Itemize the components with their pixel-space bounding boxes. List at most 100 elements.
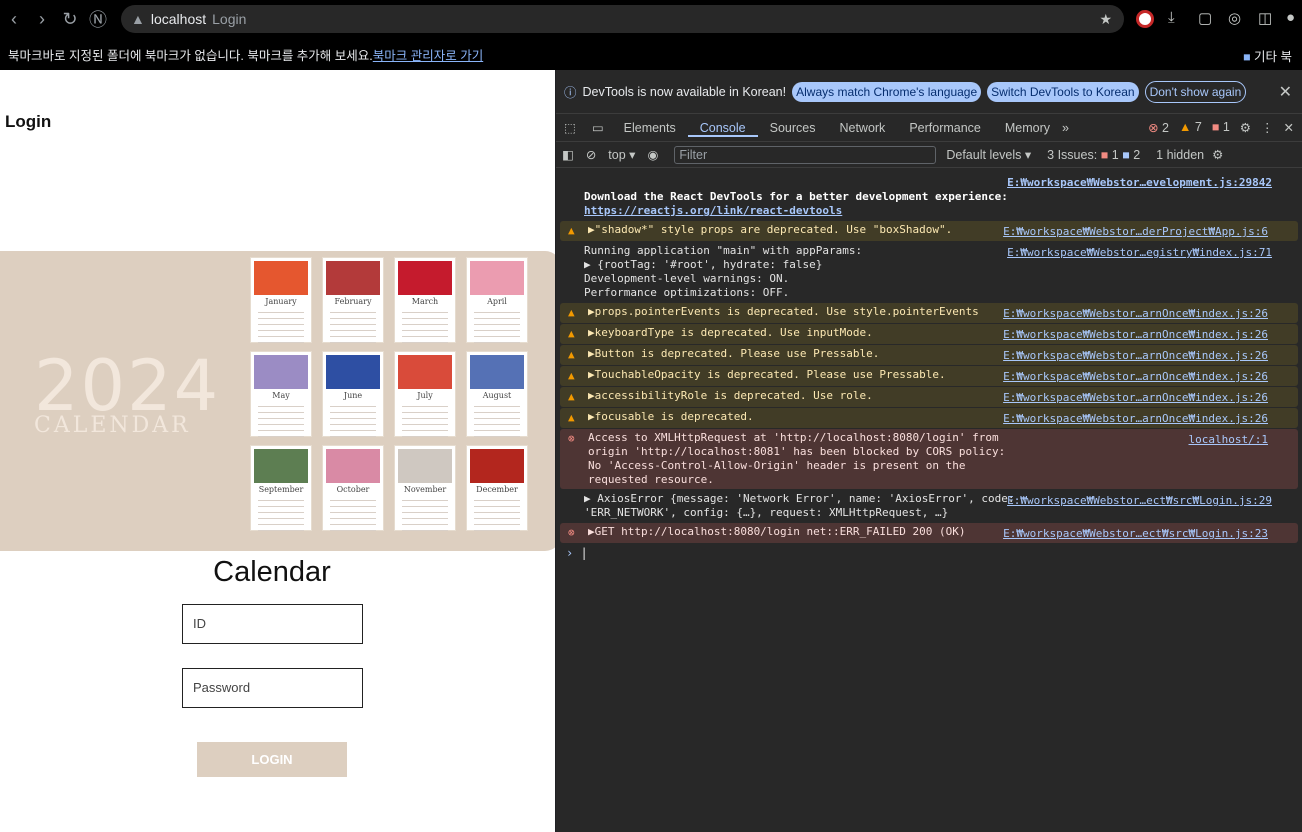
source-link[interactable]: E:₩workspace₩Webstor…arnOnce₩index.js:26: [1003, 307, 1268, 321]
tab-console[interactable]: Console: [687, 120, 758, 137]
levels-dropdown[interactable]: Default levels ▾: [946, 147, 1031, 162]
forward-icon[interactable]: ›: [28, 9, 56, 30]
source-link[interactable]: E:₩workspace₩Webstor…arnOnce₩index.js:26: [1003, 412, 1268, 426]
console-message[interactable]: ▲ ▶"shadow*" style props are deprecated. …: [560, 221, 1298, 241]
issues-summary[interactable]: 3 Issues: ■ 1 ■ 2: [1047, 148, 1140, 162]
tab-memory[interactable]: Memory: [993, 121, 1062, 135]
warning-icon: ▲: [568, 224, 575, 237]
console-prompt[interactable]: › |: [556, 544, 1302, 562]
month-grid: [474, 309, 520, 343]
back-icon[interactable]: ‹: [0, 9, 28, 30]
levels-label: Default levels: [946, 148, 1022, 162]
source-link[interactable]: E:₩workspace₩Webstor…evelopment.js:29842: [1007, 176, 1272, 190]
month-name: November: [403, 485, 447, 494]
id-input[interactable]: ID: [182, 604, 363, 644]
bookmark-manager-link[interactable]: 북마크 관리자로 가기: [373, 45, 483, 64]
sidepanel-icon[interactable]: ◫: [1258, 9, 1272, 27]
warning-icon: ▲: [568, 390, 575, 403]
extension-icon[interactable]: ▢: [1198, 9, 1212, 27]
info-icon: ⓘ: [564, 86, 577, 100]
console-message[interactable]: ▲ ▶Button is deprecated. Please use Press…: [560, 345, 1298, 365]
kebab-menu-icon[interactable]: ⋮: [1261, 120, 1274, 135]
device-toggle-icon[interactable]: ▭: [584, 120, 612, 135]
month-card: April: [466, 257, 528, 343]
settings-icon[interactable]: ⚙: [1240, 120, 1251, 135]
console-message[interactable]: Running application "main" with appParam…: [556, 242, 1302, 302]
issues-err: 1: [1111, 147, 1119, 162]
console-message[interactable]: ⊗ ▶GET http://localhost:8080/login net::E…: [560, 523, 1298, 543]
console-message[interactable]: ▲ ▶TouchableOpacity is deprecated. Please…: [560, 366, 1298, 386]
console-message[interactable]: ▲ ▶accessibilityRole is deprecated. Use r…: [560, 387, 1298, 407]
month-name: April: [487, 297, 507, 306]
issues-info: 2: [1133, 147, 1141, 162]
month-grid: [258, 403, 304, 437]
message-subline: Development-level warnings: ON.: [584, 272, 790, 285]
clear-console-icon[interactable]: ⊘: [580, 147, 602, 162]
console-message[interactable]: ▲ ▶focusable is deprecated. E:₩workspace₩W…: [560, 408, 1298, 428]
source-link[interactable]: localhost/:1: [1189, 433, 1268, 447]
password-input[interactable]: Password: [182, 668, 363, 708]
tab-network[interactable]: Network: [827, 121, 897, 135]
sidebar-toggle-icon[interactable]: ◧: [556, 147, 580, 162]
bookmark-star-icon[interactable]: ★: [1099, 11, 1112, 28]
console-settings-icon[interactable]: ⚙: [1212, 147, 1223, 162]
month-card: November: [394, 445, 456, 531]
always-match-button[interactable]: Always match Chrome's language: [792, 81, 982, 102]
inspect-icon[interactable]: ⬚: [556, 120, 584, 135]
source-link[interactable]: E:₩workspace₩Webstor…ect₩src₩Login.js:29: [1007, 494, 1272, 508]
console-message[interactable]: ⊗ Access to XMLHttpRequest at 'http://loc…: [560, 429, 1298, 489]
warning-icon: ▲: [568, 411, 575, 424]
source-link[interactable]: E:₩workspace₩Webstor…ect₩src₩Login.js:23: [1003, 527, 1268, 541]
flag-icon[interactable]: [1136, 10, 1154, 28]
other-bookmarks-label: 기타 북: [1254, 50, 1292, 64]
notion-icon[interactable]: Ⓝ: [84, 6, 112, 32]
month-grid: [258, 309, 304, 343]
console-message[interactable]: ▲ ▶keyboardType is deprecated. Use inputM…: [560, 324, 1298, 344]
source-link[interactable]: E:₩workspace₩Webstor…derProject₩App.js:6: [1003, 225, 1268, 239]
context-selector[interactable]: top ▾: [602, 147, 641, 162]
more-tabs-icon[interactable]: »: [1062, 121, 1069, 135]
address-bar[interactable]: ▲ localhost Login ★: [121, 5, 1124, 33]
download-icon[interactable]: ⤓: [1168, 9, 1175, 26]
message-subline: ▶ {rootTag: '#root', hydrate: false}: [584, 258, 823, 271]
issue-count: 1: [1222, 120, 1230, 134]
eye-icon[interactable]: ◉: [641, 147, 664, 162]
month-name: September: [258, 485, 304, 494]
warning-count-badge[interactable]: ▲ 7: [1179, 120, 1202, 135]
source-link[interactable]: E:₩workspace₩Webstor…egistry₩index.js:71: [1007, 246, 1272, 260]
profile-icon[interactable]: ●: [1286, 9, 1295, 26]
tab-performance[interactable]: Performance: [897, 121, 993, 135]
switch-korean-button[interactable]: Switch DevTools to Korean: [987, 81, 1139, 102]
close-devtools-icon[interactable]: ✕: [1284, 120, 1294, 135]
month-name: June: [343, 391, 363, 400]
month-grid: [330, 497, 376, 531]
reload-icon[interactable]: ↻: [56, 9, 84, 30]
console-message[interactable]: ▶ AxiosError {message: 'Network Error', …: [556, 490, 1302, 522]
source-link[interactable]: E:₩workspace₩Webstor…arnOnce₩index.js:26: [1003, 328, 1268, 342]
tab-sources[interactable]: Sources: [758, 121, 828, 135]
error-count: 2: [1162, 121, 1169, 135]
other-bookmarks[interactable]: ■ 기타 북: [1243, 46, 1292, 65]
console-message[interactable]: ▲ ▶props.pointerEvents is deprecated. Use…: [560, 303, 1298, 323]
close-icon[interactable]: ✕: [1279, 82, 1292, 102]
month-card: June: [322, 351, 384, 437]
month-art: [398, 261, 452, 295]
tab-elements[interactable]: Elements: [612, 121, 688, 135]
issue-count-badge[interactable]: ■ 1: [1212, 120, 1230, 135]
source-link[interactable]: E:₩workspace₩Webstor…arnOnce₩index.js:26: [1003, 391, 1268, 405]
console-message[interactable]: Download the React DevTools for a better…: [556, 172, 1302, 220]
dont-show-button[interactable]: Don't show again: [1144, 80, 1247, 103]
filter-input[interactable]: Filter: [674, 145, 937, 164]
month-card: March: [394, 257, 456, 343]
password-placeholder: Password: [193, 680, 251, 695]
month-name: February: [334, 297, 372, 306]
devtools-tabs: ⬚ ▭ Elements Console Sources Network Perform…: [556, 114, 1302, 142]
devtools-panel: ⓘ DevTools is now available in Korean! A…: [556, 70, 1302, 832]
source-link[interactable]: E:₩workspace₩Webstor…arnOnce₩index.js:26: [1003, 370, 1268, 384]
bookmark-message: 북마크바로 지정된 폴더에 북마크가 없습니다. 북마크를 추가해 보세요.: [8, 48, 373, 63]
error-count-badge[interactable]: ⊗ 2: [1148, 120, 1169, 135]
source-link[interactable]: E:₩workspace₩Webstor…arnOnce₩index.js:26: [1003, 349, 1268, 363]
login-button[interactable]: LOGIN: [197, 742, 347, 777]
lens-icon[interactable]: ◎: [1228, 9, 1241, 27]
message-link[interactable]: https://reactjs.org/link/react-devtools: [584, 204, 1272, 218]
